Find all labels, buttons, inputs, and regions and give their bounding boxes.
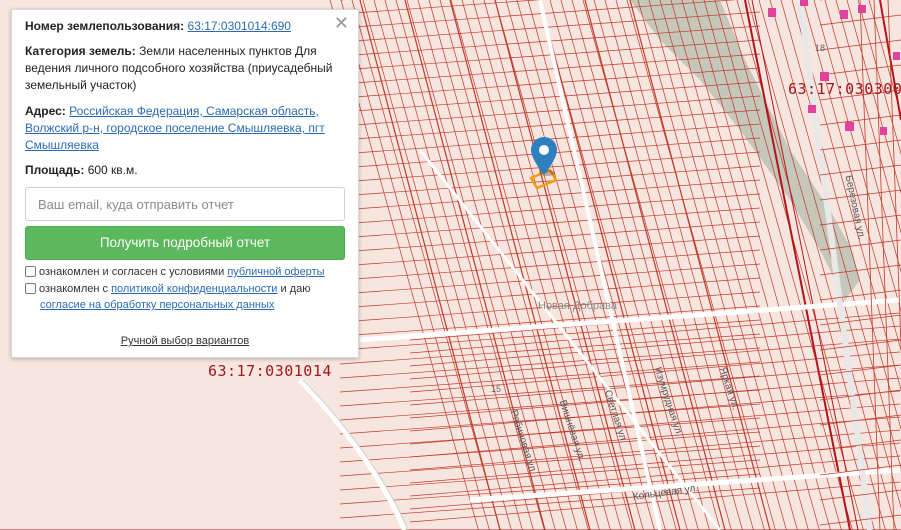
place-name: Новая Добрава [538, 300, 617, 312]
cadastral-row: Номер землепользования: 63:17:0301014:69… [25, 18, 347, 35]
get-report-button[interactable]: Получить подробный отчет [25, 226, 345, 260]
cadastral-label: Номер землепользования: [25, 19, 185, 33]
map-pin-icon[interactable] [531, 137, 557, 177]
privacy-text: ознакомлен с [39, 283, 109, 295]
house-number: 18 [815, 43, 826, 53]
public-offer-link[interactable]: публичной оферты [227, 266, 324, 278]
privacy-agreement-row: ознакомлен с политикой конфиденциальност… [25, 281, 355, 313]
cadastral-number-link[interactable]: 63:17:0301014:690 [188, 19, 291, 33]
area-label: Площадь: [25, 163, 85, 177]
offer-agreement-row: ознакомлен и согласен с условиями публич… [25, 264, 325, 280]
offer-text: ознакомлен и согласен с условиями [39, 266, 225, 278]
address-label: Адрес: [25, 104, 66, 118]
email-input[interactable] [25, 187, 345, 221]
quarter-label-top: 63:17:030300 [788, 80, 901, 98]
privacy-text-2: и даю [280, 283, 311, 295]
quarter-label-main: 63:17:0301014 [208, 362, 332, 380]
privacy-checkbox[interactable] [25, 283, 36, 294]
parcel-info-popup: ✕ Номер землепользования: 63:17:0301014:… [11, 9, 359, 358]
address-link[interactable]: Российская Федерация, Самарская область,… [25, 104, 325, 152]
address-row: Адрес: Российская Федерация, Самарская о… [25, 103, 347, 154]
house-number: 15 [491, 384, 502, 394]
category-row: Категория земель: Земли населенных пункт… [25, 43, 347, 94]
category-label: Категория земель: [25, 44, 136, 58]
manual-selection: Ручной выбор вариантов [12, 335, 358, 347]
privacy-policy-link[interactable]: политикой конфиденциальности [111, 283, 277, 295]
area-value: 600 кв.м. [87, 163, 138, 177]
area-row: Площадь: 600 кв.м. [25, 162, 347, 179]
offer-checkbox[interactable] [25, 266, 36, 277]
personal-data-consent-link[interactable]: согласие на обработку персональных данны… [40, 299, 274, 311]
manual-selection-link[interactable]: Ручной выбор вариантов [121, 335, 249, 347]
